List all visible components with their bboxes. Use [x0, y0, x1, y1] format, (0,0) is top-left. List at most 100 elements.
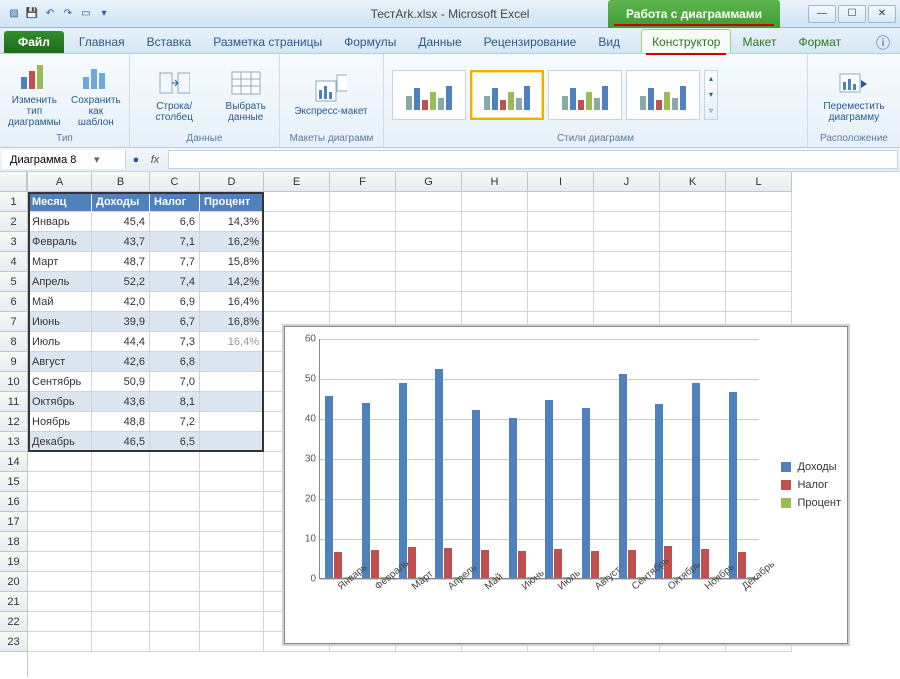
legend-item-Процент[interactable]: Процент — [781, 497, 841, 509]
cell-E2[interactable] — [264, 212, 330, 232]
tab-Формулы[interactable]: Формулы — [333, 29, 407, 53]
bar-Налог-Август[interactable] — [591, 551, 599, 578]
cell-B13[interactable]: 46,5 — [92, 432, 150, 452]
cell-A13[interactable]: Декабрь — [28, 432, 92, 452]
cell-E5[interactable] — [264, 272, 330, 292]
tab-Данные[interactable]: Данные — [407, 29, 472, 53]
cell-J6[interactable] — [594, 292, 660, 312]
cell-D17[interactable] — [200, 512, 264, 532]
cell-B4[interactable]: 48,7 — [92, 252, 150, 272]
cell-D4[interactable]: 15,8% — [200, 252, 264, 272]
cell-D21[interactable] — [200, 592, 264, 612]
cell-A14[interactable] — [28, 452, 92, 472]
bar-Налог-Апрель[interactable] — [444, 548, 452, 578]
row-header-8[interactable]: 8 — [0, 332, 27, 352]
cell-B3[interactable]: 43,7 — [92, 232, 150, 252]
bar-Налог-Январь[interactable] — [334, 552, 342, 578]
cell-I3[interactable] — [528, 232, 594, 252]
cell-A15[interactable] — [28, 472, 92, 492]
help-icon[interactable]: ⓘ — [866, 33, 900, 53]
cell-A5[interactable]: Апрель — [28, 272, 92, 292]
save-icon[interactable]: 💾 — [24, 6, 40, 22]
cell-D14[interactable] — [200, 452, 264, 472]
qat-more-icon[interactable]: ▾ — [96, 6, 112, 22]
row-header-9[interactable]: 9 — [0, 352, 27, 372]
cell-C5[interactable]: 7,4 — [150, 272, 200, 292]
bar-Доходы-Июль[interactable] — [545, 400, 553, 578]
row-header-5[interactable]: 5 — [0, 272, 27, 292]
row-header-16[interactable]: 16 — [0, 492, 27, 512]
cell-C11[interactable]: 8,1 — [150, 392, 200, 412]
redo-icon[interactable]: ↷ — [60, 6, 76, 22]
cell-L2[interactable] — [726, 212, 792, 232]
chart-style-3[interactable] — [548, 70, 622, 120]
column-header-J[interactable]: J — [594, 172, 660, 192]
row-header-14[interactable]: 14 — [0, 452, 27, 472]
column-header-E[interactable]: E — [264, 172, 330, 192]
bar-Налог-Февраль[interactable] — [371, 550, 379, 578]
cell-A8[interactable]: Июль — [28, 332, 92, 352]
cell-D15[interactable] — [200, 472, 264, 492]
cell-B21[interactable] — [92, 592, 150, 612]
new-icon[interactable]: ▭ — [78, 6, 94, 22]
cell-H1[interactable] — [462, 192, 528, 212]
maximize-button[interactable]: ☐ — [838, 5, 866, 23]
tab-Вставка[interactable]: Вставка — [136, 29, 203, 53]
cell-F5[interactable] — [330, 272, 396, 292]
cell-H4[interactable] — [462, 252, 528, 272]
cell-C10[interactable]: 7,0 — [150, 372, 200, 392]
cell-B14[interactable] — [92, 452, 150, 472]
cell-A10[interactable]: Сентябрь — [28, 372, 92, 392]
cell-C13[interactable]: 6,5 — [150, 432, 200, 452]
cell-F1[interactable] — [330, 192, 396, 212]
chart-style-2[interactable] — [470, 70, 544, 120]
cell-L1[interactable] — [726, 192, 792, 212]
cell-I6[interactable] — [528, 292, 594, 312]
cell-D10[interactable] — [200, 372, 264, 392]
bar-Налог-Декабрь[interactable] — [738, 552, 746, 578]
cell-D20[interactable] — [200, 572, 264, 592]
switch-row-column-button[interactable]: Строка/столбец — [138, 67, 210, 123]
cell-B11[interactable]: 43,6 — [92, 392, 150, 412]
cell-D16[interactable] — [200, 492, 264, 512]
column-header-L[interactable]: L — [726, 172, 792, 192]
cell-E6[interactable] — [264, 292, 330, 312]
cell-A16[interactable] — [28, 492, 92, 512]
row-header-20[interactable]: 20 — [0, 572, 27, 592]
column-header-K[interactable]: K — [660, 172, 726, 192]
cell-F3[interactable] — [330, 232, 396, 252]
cell-I5[interactable] — [528, 272, 594, 292]
cell-K1[interactable] — [660, 192, 726, 212]
column-header-C[interactable]: C — [150, 172, 200, 192]
cell-I1[interactable] — [528, 192, 594, 212]
cell-F2[interactable] — [330, 212, 396, 232]
cell-B16[interactable] — [92, 492, 150, 512]
bar-Налог-Июнь[interactable] — [518, 551, 526, 578]
cell-C23[interactable] — [150, 632, 200, 652]
cell-A4[interactable]: Март — [28, 252, 92, 272]
cell-G3[interactable] — [396, 232, 462, 252]
cell-C16[interactable] — [150, 492, 200, 512]
row-header-4[interactable]: 4 — [0, 252, 27, 272]
tab-Вид[interactable]: Вид — [587, 29, 631, 53]
cell-A2[interactable]: Январь — [28, 212, 92, 232]
cell-D12[interactable] — [200, 412, 264, 432]
row-header-23[interactable]: 23 — [0, 632, 27, 652]
cell-B8[interactable]: 44,4 — [92, 332, 150, 352]
row-header-21[interactable]: 21 — [0, 592, 27, 612]
cell-C22[interactable] — [150, 612, 200, 632]
cell-I4[interactable] — [528, 252, 594, 272]
row-header-7[interactable]: 7 — [0, 312, 27, 332]
cell-A23[interactable] — [28, 632, 92, 652]
cell-G4[interactable] — [396, 252, 462, 272]
tab-Конструктор[interactable]: Конструктор — [641, 29, 731, 53]
bar-Доходы-Май[interactable] — [472, 410, 480, 578]
cell-A1[interactable]: Месяц — [28, 192, 92, 212]
cell-C20[interactable] — [150, 572, 200, 592]
bar-Доходы-Февраль[interactable] — [362, 403, 370, 578]
bar-Доходы-Март[interactable] — [399, 383, 407, 578]
column-header-D[interactable]: D — [200, 172, 264, 192]
cell-D22[interactable] — [200, 612, 264, 632]
name-box-dropdown-icon[interactable]: ▾ — [94, 153, 100, 166]
bar-Доходы-Декабрь[interactable] — [729, 392, 737, 578]
